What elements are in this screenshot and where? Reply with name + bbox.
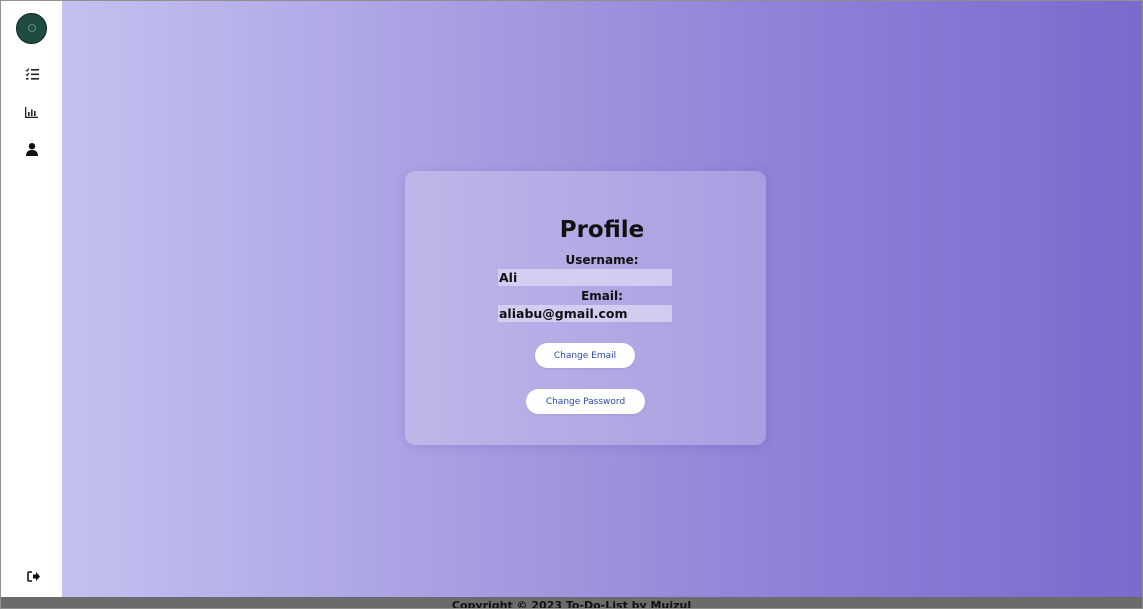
page-title: Profile <box>559 217 645 243</box>
app-logo-avatar[interactable] <box>16 13 47 44</box>
email-value: aliabu@gmail.com <box>498 305 672 322</box>
logout-icon[interactable] <box>25 568 41 584</box>
app-window: Profile Username: Ali Email: aliabu@gmai… <box>0 0 1143 609</box>
username-value: Ali <box>498 269 672 286</box>
footer-copyright: Copyright © 2023 To-Do-List by Muizul <box>451 599 692 608</box>
checklist-icon[interactable] <box>24 66 40 82</box>
bar-chart-icon[interactable] <box>24 104 40 120</box>
username-label: Username: <box>565 253 639 267</box>
footer: Copyright © 2023 To-Do-List by Muizul <box>1 597 1142 608</box>
user-icon[interactable] <box>24 141 40 157</box>
change-email-button[interactable]: Change Email <box>535 343 635 368</box>
change-password-button[interactable]: Change Password <box>526 389 645 414</box>
email-label: Email: <box>581 289 623 303</box>
main-content: Profile Username: Ali Email: aliabu@gmai… <box>62 1 1142 597</box>
sidebar <box>1 1 62 597</box>
